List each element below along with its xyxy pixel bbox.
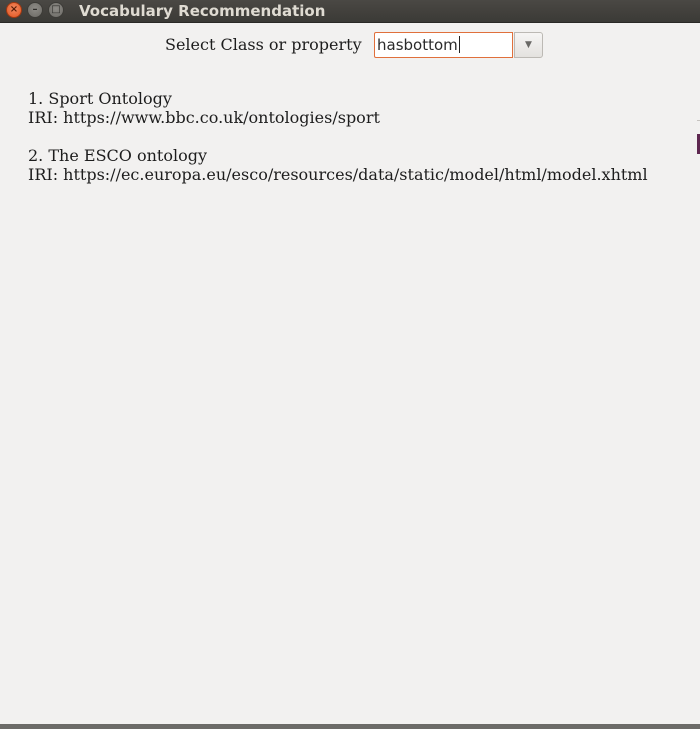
app-window: × – □ Vocabulary Recommendation Select C… — [0, 0, 700, 729]
result-title: 2. The ESCO ontology — [28, 146, 207, 165]
close-icon: × — [9, 4, 19, 15]
class-property-combo-input[interactable]: hasbottom — [374, 32, 513, 58]
text-caret — [458, 36, 460, 53]
result-title: 1. Sport Ontology — [28, 89, 172, 108]
minimize-icon: – — [32, 4, 38, 15]
minimize-window-button[interactable]: – — [27, 2, 43, 18]
title-bar[interactable]: × – □ Vocabulary Recommendation — [0, 0, 700, 23]
recommendation-list: 1. Sport Ontology IRI: https://www.bbc.c… — [28, 89, 648, 203]
selector-label: Select Class or property — [165, 35, 362, 54]
combo-dropdown-button[interactable]: ▼ — [514, 32, 543, 58]
chevron-down-icon: ▼ — [525, 40, 532, 50]
maximize-window-button[interactable]: □ — [48, 2, 64, 18]
list-item: 2. The ESCO ontology IRI: https://ec.eur… — [28, 146, 648, 184]
window-title: Vocabulary Recommendation — [79, 2, 326, 20]
class-property-selector: Select Class or property hasbottom ▼ — [0, 32, 700, 59]
result-iri: IRI: https://www.bbc.co.uk/ontologies/sp… — [28, 108, 380, 127]
combo-input-value: hasbottom — [377, 36, 458, 54]
list-item: 1. Sport Ontology IRI: https://www.bbc.c… — [28, 89, 648, 127]
close-window-button[interactable]: × — [6, 2, 22, 18]
window-bottom-border — [0, 724, 700, 729]
maximize-icon: □ — [51, 4, 61, 15]
result-iri: IRI: https://ec.europa.eu/esco/resources… — [28, 165, 648, 184]
